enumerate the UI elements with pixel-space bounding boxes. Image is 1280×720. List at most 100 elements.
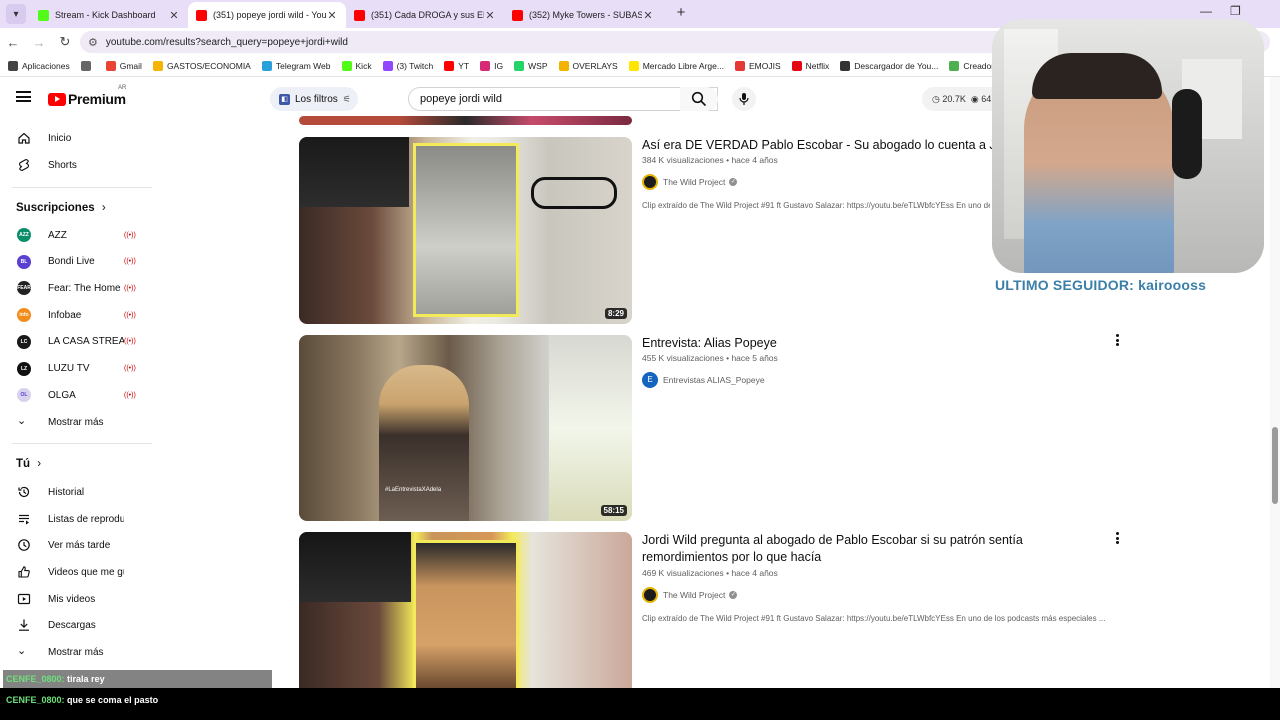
bookmark-item[interactable]: GASTOS/ECONOMIA [152,61,251,71]
browser-tab-active[interactable]: (351) popeye jordi wild - YouTube ✕ [188,2,346,28]
live-indicator-icon: ((•)) [124,365,136,372]
video-thumbnail[interactable]: 8:29 [299,137,632,324]
page-scrollbar-track[interactable] [1270,77,1280,688]
sidebar-item-subscription[interactable]: OL OLGA ((•)) [0,382,154,408]
browser-tab[interactable]: (351) Cada DROGA y sus EFECTOS ✕ [346,2,504,28]
sidebar-item-label: OLGA [48,389,76,401]
sidebar-item-watch-later[interactable]: Ver más tarde [0,532,154,558]
stat-viewers: 64 [981,94,992,104]
new-tab-button[interactable]: + [670,3,692,25]
bookmark-item[interactable]: Kick [341,61,372,71]
more-actions-icon[interactable] [1116,532,1120,546]
page-scrollbar-thumb[interactable] [1272,427,1278,504]
bookmark-item[interactable] [80,61,95,71]
video-title[interactable]: Entrevista: Alias Popeye [642,335,1092,352]
close-tab-icon[interactable]: ✕ [484,9,496,22]
bookmark-label: WSP [528,61,548,71]
chevron-down-icon: ⌄ [17,645,27,657]
chat-message: CENFE_0800: que se coma el pasto [6,695,158,705]
browser-tab[interactable]: Stream - Kick Dashboard ✕ [30,2,188,28]
sidebar-item-my-videos[interactable]: Mis videos [0,586,154,612]
close-tab-icon[interactable]: ✕ [642,9,654,22]
voice-search-button[interactable] [732,87,756,111]
reload-icon[interactable]: ↻ [52,34,78,50]
sidebar-item-subscription[interactable]: BL Bondi Live ((•)) [0,249,154,275]
sidebar-item-downloads[interactable]: Descargas [0,612,154,638]
channel-link[interactable]: E Entrevistas ALIAS_Popeye [642,372,765,388]
bookmark-label: GASTOS/ECONOMIA [166,61,251,71]
more-actions-icon[interactable] [1116,334,1120,348]
bookmark-favicon-icon [734,61,745,71]
menu-icon[interactable] [16,91,31,102]
close-tab-icon[interactable]: ✕ [326,9,338,22]
live-indicator-icon: ((•)) [124,311,136,319]
video-thumbnail[interactable]: #LaEntrevistaXAdela 58:15 [299,335,632,521]
browser-tab[interactable]: (352) Myke Towers - SUBASTA ✕ [504,2,662,28]
search-button[interactable] [680,87,718,111]
minimize-window-icon[interactable]: — [1200,4,1212,18]
sidebar-item-subscription[interactable]: FEAR Fear: The Home ... ((•)) [0,275,154,301]
bookmark-item[interactable]: Aplicaciones [8,61,70,71]
bookmark-item[interactable]: YT [444,61,469,71]
sidebar-item-liked-videos[interactable]: Videos que me gus... [0,559,154,585]
live-indicator-icon: ((•)) [124,284,136,292]
clock-icon [18,539,30,551]
bookmark-favicon-icon [949,61,960,71]
bookmark-item[interactable]: IG [480,61,503,71]
bookmark-item[interactable]: Telegram Web [261,61,331,71]
video-title[interactable]: Así era DE VERDAD Pablo Escobar - Su abo… [642,137,1002,154]
show-more-you[interactable]: ⌄ Mostrar más [0,639,154,665]
thumbnail-caption: #LaEntrevistaXAdela [385,487,442,493]
bookmark-label: (3) Twitch [396,61,434,71]
sidebar-item-playlists[interactable]: Listas de reproducc... [0,506,154,532]
sidebar-item-subscription[interactable]: LZ LUZU TV ((•)) [0,356,154,382]
bookmark-item[interactable]: EMOJIS [734,61,781,71]
sidebar-item-subscription[interactable]: info Infobae ((•)) [0,302,154,328]
video-thumbnail[interactable] [299,532,632,688]
video-meta: 384 K visualizaciones • hace 4 años [642,155,778,165]
bookmark-label: Kick [355,61,372,71]
bookmark-item[interactable]: Netflix [791,61,829,71]
sidebar-item-label: Mostrar más [48,416,104,428]
bookmark-favicon-icon [382,61,393,71]
bookmark-item[interactable]: OVERLAYS [558,61,618,71]
bookmark-item[interactable]: WSP [514,61,548,71]
thumbnail-interviewee [379,365,469,521]
close-tab-icon[interactable]: ✕ [168,9,180,22]
bookmark-label: OVERLAYS [572,61,618,71]
video-description: Clip extraído de The Wild Project #91 ft… [642,614,1106,623]
sidebar-item-shorts[interactable]: Shorts [0,152,154,178]
live-indicator-icon: ((•)) [124,338,136,346]
site-info-icon[interactable]: ⚙ [88,36,98,49]
channel-link[interactable]: The Wild Project ✓ [642,587,738,603]
video-title[interactable]: Jordi Wild pregunta al abogado de Pablo … [642,532,1107,566]
sidebar-item-subscription[interactable]: LC LA CASA STREA...((•)) [0,329,154,355]
youtube-premium-logo[interactable]: Premium AR [48,85,126,107]
sidebar-item-inicio[interactable]: Inicio [0,125,154,151]
filters-chip[interactable]: ◧ Los filtros ⚟ [270,87,358,111]
restore-window-icon[interactable]: ❐ [1230,4,1241,18]
tab-search-button[interactable]: ▾ [6,4,26,24]
back-arrow-icon[interactable]: ← [0,35,26,50]
bookmark-favicon-icon [8,61,18,71]
show-more-subscriptions[interactable]: ⌄ Mostrar más [0,409,154,435]
thumbnail-glasses [531,177,617,209]
last-follower-label: ULTIMO SEGUIDOR: kairoooss [995,277,1207,293]
subscriptions-heading[interactable]: Suscripciones › [16,202,106,214]
bookmark-favicon-icon [840,61,851,71]
forward-arrow-icon[interactable]: → [26,35,52,50]
tab-title: (352) Myke Towers - SUBASTA [529,10,642,20]
sidebar-item-label: LUZU TV [48,363,90,374]
bookmark-item[interactable]: (3) Twitch [382,61,434,71]
bookmark-item[interactable]: Descargador de You... [840,61,938,71]
sidebar-item-historial[interactable]: Historial [0,479,154,505]
you-heading[interactable]: Tú › [16,458,41,470]
channel-link[interactable]: The Wild Project ✓ [642,174,738,190]
bookmark-item[interactable]: Mercado Libre Arge... [628,61,724,71]
channel-avatar: LC [17,334,31,349]
stream-stats-chip: ◷ 20.7K ◉ 64 [922,87,1002,111]
search-input[interactable]: popeye jordi wild ✕ [408,87,718,111]
sidebar-item-subscription[interactable]: AZZ AZZ ((•)) [0,222,154,248]
bookmark-item[interactable]: Gmail [105,61,142,71]
video-thumbnail-partial[interactable] [299,116,632,125]
